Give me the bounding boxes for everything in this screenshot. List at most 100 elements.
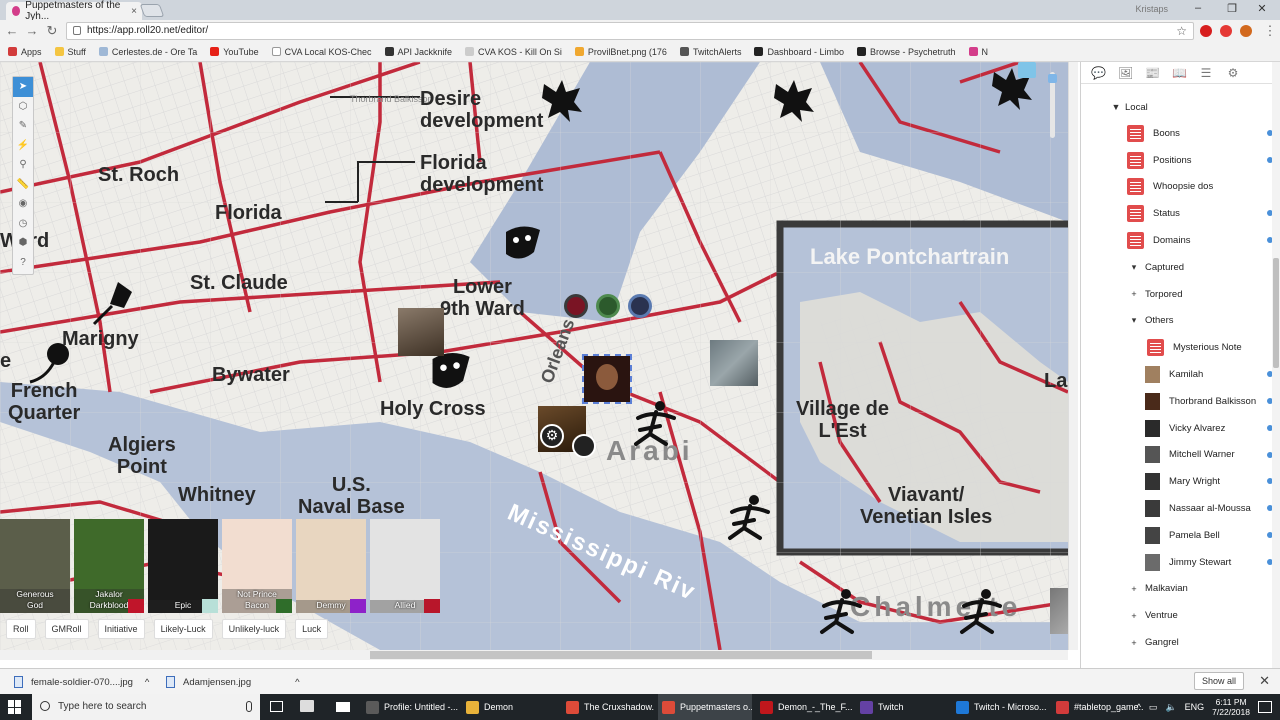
minimize-button[interactable]: – bbox=[1184, 2, 1212, 14]
close-window-button[interactable]: ✕ bbox=[1248, 2, 1276, 15]
quick-button[interactable]: Roll bbox=[6, 619, 36, 639]
map-horizontal-scrollbar[interactable] bbox=[0, 650, 1068, 660]
zoom-slider[interactable] bbox=[1048, 72, 1057, 138]
journal-item[interactable]: Thorbrand Balkisson bbox=[1081, 388, 1273, 415]
journal-item[interactable]: + Malkavian bbox=[1081, 576, 1271, 603]
journal-item[interactable]: Mary Wright bbox=[1081, 468, 1273, 495]
caret-right-icon[interactable]: + bbox=[1129, 638, 1139, 648]
bookmark-item[interactable]: ProvilBnet.png (176 bbox=[574, 47, 667, 57]
draw-icon[interactable]: ✎ bbox=[13, 116, 33, 136]
taskbar-search-box[interactable]: Type here to search bbox=[32, 694, 260, 720]
journal-item[interactable]: + Torpored bbox=[1081, 281, 1271, 308]
bookmark-star-icon[interactable]: ☆ bbox=[1176, 23, 1187, 39]
journal-item[interactable]: Positions bbox=[1081, 147, 1273, 174]
new-tab-button[interactable] bbox=[139, 4, 165, 17]
taskbar-app[interactable]: Twitch bbox=[856, 694, 948, 720]
quick-button[interactable]: Likely-Luck bbox=[153, 619, 213, 639]
quick-button[interactable]: Initiative bbox=[97, 619, 145, 639]
caret-down-icon[interactable]: ▾ bbox=[1129, 262, 1139, 273]
zoom-slider-knob[interactable] bbox=[1048, 74, 1057, 83]
volume-icon[interactable]: 🔈 bbox=[1165, 702, 1176, 713]
journal-item[interactable]: Pamela Bell bbox=[1081, 522, 1273, 549]
journal-item[interactable]: Vicky Alvarez bbox=[1081, 415, 1273, 442]
map-canvas[interactable]: Thorbrand Balkisson Desire development F… bbox=[0, 62, 1068, 650]
journal-item[interactable]: Nassaar al-Moussa bbox=[1081, 495, 1273, 522]
reload-button[interactable]: ↻ bbox=[44, 22, 60, 40]
caret-right-icon[interactable]: + bbox=[1129, 611, 1139, 621]
lantern-token[interactable] bbox=[88, 276, 138, 326]
macro-button[interactable]: Epic bbox=[148, 519, 218, 613]
mask-token[interactable] bbox=[500, 222, 544, 264]
map-overlay-icon[interactable] bbox=[1018, 62, 1036, 78]
dice-icon[interactable]: ⬢ bbox=[13, 233, 33, 253]
select-icon[interactable]: ➤ bbox=[13, 77, 33, 97]
bar-green-circle[interactable] bbox=[596, 294, 620, 318]
taskbar-app[interactable]: Twitch - Microso... bbox=[952, 694, 1048, 720]
forward-button[interactable]: → bbox=[24, 22, 40, 40]
help-icon[interactable]: ? bbox=[13, 253, 33, 273]
windows-start-icon[interactable] bbox=[8, 700, 22, 714]
clock[interactable]: 6:11 PM 7/22/2018 bbox=[1212, 697, 1250, 717]
opera-extension-icon[interactable] bbox=[1200, 25, 1212, 37]
map-vertical-scrollbar[interactable] bbox=[1068, 62, 1078, 650]
journal-item[interactable]: Domains bbox=[1081, 227, 1273, 254]
glyph-token[interactable] bbox=[816, 588, 864, 636]
tab-close-icon[interactable]: × bbox=[131, 6, 137, 17]
taskbar-app[interactable]: The Cruxshadow... bbox=[562, 694, 654, 720]
macro-button[interactable]: Jakalor Darkblood bbox=[74, 519, 144, 613]
bookmark-item[interactable]: API Jackknife bbox=[384, 47, 452, 57]
bookmark-item[interactable]: Apps bbox=[8, 47, 42, 57]
tray-expand-icon[interactable]: ^ bbox=[1137, 702, 1141, 712]
selected-token[interactable] bbox=[582, 354, 632, 404]
journal-item[interactable]: ▾ Others bbox=[1081, 308, 1271, 335]
portrait-token[interactable] bbox=[398, 308, 444, 356]
bookmark-item[interactable]: Browse - Psychetruth bbox=[857, 47, 956, 57]
journal-item[interactable]: Kamilah bbox=[1081, 361, 1273, 388]
sidebar-scrollbar[interactable] bbox=[1272, 62, 1280, 668]
bookmark-item[interactable]: Cerlestes.de - Ore Ta bbox=[98, 47, 197, 57]
task-view-icon[interactable] bbox=[270, 701, 283, 712]
caret-down-icon[interactable]: ▼ bbox=[1111, 102, 1121, 112]
journal-item[interactable]: Mysterious Note bbox=[1081, 334, 1271, 361]
mail-icon[interactable] bbox=[336, 702, 350, 712]
portrait-token[interactable] bbox=[1050, 588, 1068, 634]
glyph-token[interactable] bbox=[956, 588, 1004, 636]
glyph-token[interactable] bbox=[630, 400, 678, 448]
quick-button[interactable]: Unlikely-luck bbox=[221, 619, 287, 639]
show-all-button[interactable]: Show all bbox=[1193, 672, 1244, 690]
network-icon[interactable]: ▭ bbox=[1149, 702, 1158, 713]
restore-button[interactable]: ❐ bbox=[1218, 2, 1246, 15]
jukebox-icon[interactable]: ☰ bbox=[1199, 66, 1213, 80]
download-menu-caret-icon[interactable]: ^ bbox=[295, 677, 299, 688]
download-item[interactable]: female-soldier-070....jpg ^ bbox=[14, 673, 149, 691]
journal-item[interactable]: Jimmy Stewart bbox=[1081, 549, 1273, 576]
notifications-icon[interactable] bbox=[1258, 701, 1272, 713]
bookmark-item[interactable]: YouTube bbox=[210, 47, 259, 57]
compendium-icon[interactable]: 📖 bbox=[1172, 66, 1187, 80]
taskbar-app[interactable]: Profile: Untitled -... bbox=[362, 694, 458, 720]
journal-item[interactable]: Whoopsie dos bbox=[1081, 174, 1271, 201]
microphone-icon[interactable] bbox=[246, 701, 252, 712]
zoom-icon[interactable]: ⚲ bbox=[13, 155, 33, 175]
macro-button[interactable]: Generous God bbox=[0, 519, 70, 613]
chat-icon[interactable]: 💬 bbox=[1091, 66, 1106, 80]
journal-icon[interactable]: 📰 bbox=[1145, 66, 1160, 80]
journal-item[interactable]: Boons bbox=[1081, 120, 1273, 147]
bar-red-circle[interactable] bbox=[564, 294, 588, 318]
journal-item[interactable]: + Gangrel bbox=[1081, 629, 1271, 656]
scrollbar-thumb[interactable] bbox=[370, 651, 872, 659]
close-downloads-icon[interactable]: ✕ bbox=[1259, 673, 1270, 689]
bar-blue-circle[interactable] bbox=[628, 294, 652, 318]
journal-item[interactable]: ▾ Captured bbox=[1081, 254, 1271, 281]
folder-local[interactable]: ▼ Local bbox=[1111, 94, 1148, 120]
journal-item[interactable]: Status bbox=[1081, 200, 1273, 227]
werewolf-token[interactable] bbox=[540, 78, 584, 124]
quick-button[interactable]: Luck bbox=[295, 619, 329, 639]
journal-item[interactable]: Mitchell Warner bbox=[1081, 442, 1273, 469]
bookmark-item[interactable]: Dashboard - Limbo bbox=[754, 47, 844, 57]
roll20-extension-icon[interactable] bbox=[1240, 25, 1252, 37]
language-indicator[interactable]: ENG bbox=[1185, 702, 1205, 712]
glyph-token[interactable] bbox=[724, 494, 772, 542]
back-button[interactable]: ← bbox=[4, 22, 20, 40]
caret-down-icon[interactable]: ▾ bbox=[1129, 315, 1139, 326]
